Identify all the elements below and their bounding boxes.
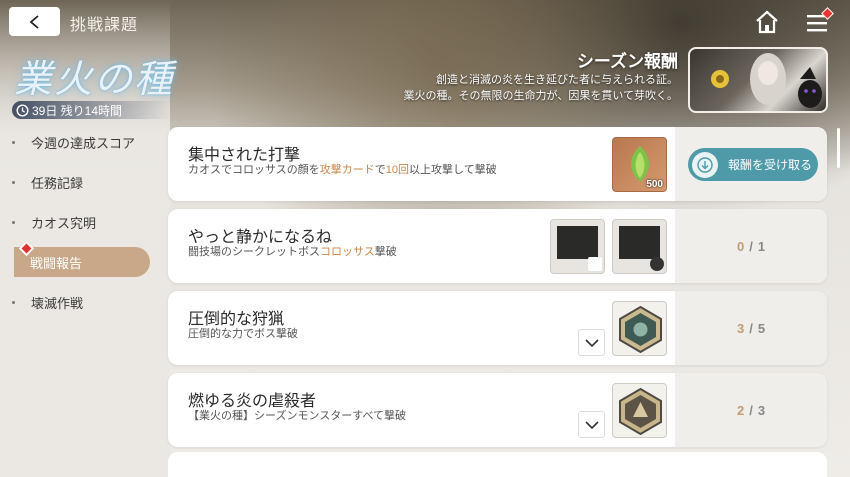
expand-button[interactable] bbox=[578, 411, 605, 438]
home-icon[interactable] bbox=[753, 8, 781, 36]
card-type-icon bbox=[650, 257, 664, 271]
card-progress-area: 2/3 bbox=[675, 373, 827, 447]
mission-progress: 2/3 bbox=[736, 402, 766, 418]
sidebar-item-battle-report[interactable]: 戦闘報告 bbox=[14, 247, 150, 277]
sidebar-item-mission-record[interactable]: 任務記録 bbox=[0, 167, 150, 197]
sidebar-item-label: 壊滅作戦 bbox=[31, 295, 84, 311]
card-image bbox=[557, 226, 598, 259]
season-reward-title: シーズン報酬 bbox=[576, 52, 678, 71]
sidebar-item-label: 今週の達成スコア bbox=[31, 135, 136, 151]
back-arrow-icon bbox=[29, 14, 39, 29]
event-logo: 業火の種 bbox=[14, 57, 175, 101]
reward-item[interactable] bbox=[612, 383, 667, 438]
reward-item[interactable] bbox=[612, 219, 667, 274]
mission-desc: 【業火の種】シーズンモンスターすべて撃破 bbox=[188, 410, 407, 422]
mission-title: 圧倒的な狩猟 bbox=[188, 311, 285, 328]
mission-card: やっと静かになるね 闘技場のシークレットボスコロッサス撃破 0/1 bbox=[168, 209, 827, 283]
bullet bbox=[12, 220, 15, 224]
scrollbar[interactable] bbox=[837, 128, 840, 168]
claim-reward-button[interactable]: 報酬を受け取る bbox=[688, 148, 818, 181]
season-desc-line: 業火の種。その無限の生命力が、因果を貫いて芽吹く。 bbox=[403, 90, 678, 102]
badge-icon bbox=[619, 305, 662, 354]
download-icon bbox=[692, 151, 718, 178]
mission-card: 燃ゆる炎の虐殺者 【業火の種】シーズンモンスターすべて撃破 2/3 bbox=[168, 373, 827, 447]
character-art bbox=[711, 53, 822, 108]
sidebar-item-label: 任務記録 bbox=[31, 175, 84, 191]
sidebar-item-label: 戦闘報告 bbox=[30, 255, 83, 271]
card-action-area: 報酬を受け取る bbox=[675, 127, 827, 201]
season-reward-card[interactable] bbox=[688, 47, 828, 113]
back-button[interactable] bbox=[9, 7, 60, 36]
mission-card-partial bbox=[168, 452, 827, 477]
mission-title: やっと静かになるね bbox=[188, 229, 333, 246]
badge-icon bbox=[619, 387, 662, 436]
sidebar-item-chaos[interactable]: カオス究明 bbox=[0, 207, 150, 237]
bullet bbox=[12, 300, 15, 304]
mission-desc: 圧倒的な力でボス撃破 bbox=[188, 328, 298, 340]
mission-card: 圧倒的な狩猟 圧倒的な力でボス撃破 3/5 bbox=[168, 291, 827, 365]
page-title: 挑戦課題 bbox=[70, 17, 139, 34]
bullet bbox=[12, 140, 15, 144]
timer-text: 39日 残り14時間 bbox=[32, 103, 123, 118]
chevron-down-icon bbox=[584, 338, 599, 347]
sidebar-item-annihilation[interactable]: 壊滅作戦 bbox=[0, 287, 150, 317]
reward-item[interactable]: 500 bbox=[612, 137, 667, 192]
season-desc-line: 創造と消滅の炎を生き延びた者に与えられる証。 bbox=[436, 74, 678, 86]
card-progress-area: 0/1 bbox=[675, 209, 827, 283]
mission-desc: カオスでコロッサスの顔を攻撃カードで10回以上攻撃して撃破 bbox=[188, 164, 497, 176]
mission-progress: 0/1 bbox=[736, 238, 766, 254]
mission-desc: 闘技場のシークレットボスコロッサス撃破 bbox=[188, 246, 397, 258]
mission-title: 集中された打撃 bbox=[188, 147, 301, 164]
reward-item[interactable] bbox=[612, 301, 667, 356]
chevron-down-icon bbox=[584, 420, 599, 429]
event-timer: 39日 残り14時間 bbox=[12, 101, 170, 119]
mission-title: 燃ゆる炎の虐殺者 bbox=[188, 393, 317, 410]
card-image bbox=[619, 226, 660, 259]
card-progress-area: 3/5 bbox=[675, 291, 827, 365]
reward-item[interactable] bbox=[550, 219, 605, 274]
mission-card: 集中された打撃 カオスでコロッサスの顔を攻撃カードで10回以上攻撃して撃破 50… bbox=[168, 127, 827, 201]
bullet bbox=[12, 180, 15, 184]
claim-label: 報酬を受け取る bbox=[728, 158, 813, 172]
reward-qty: 500 bbox=[646, 179, 663, 190]
clock-icon bbox=[16, 103, 29, 117]
card-type-icon bbox=[588, 257, 602, 271]
season-reward-desc: 創造と消滅の炎を生き延びた者に与えられる証。 業火の種。その無限の生命力が、因果… bbox=[404, 72, 678, 104]
sidebar-item-label: カオス究明 bbox=[31, 215, 97, 231]
mission-progress: 3/5 bbox=[736, 320, 766, 336]
expand-button[interactable] bbox=[578, 329, 605, 356]
sidebar-item-weekly-score[interactable]: 今週の達成スコア bbox=[0, 127, 150, 157]
